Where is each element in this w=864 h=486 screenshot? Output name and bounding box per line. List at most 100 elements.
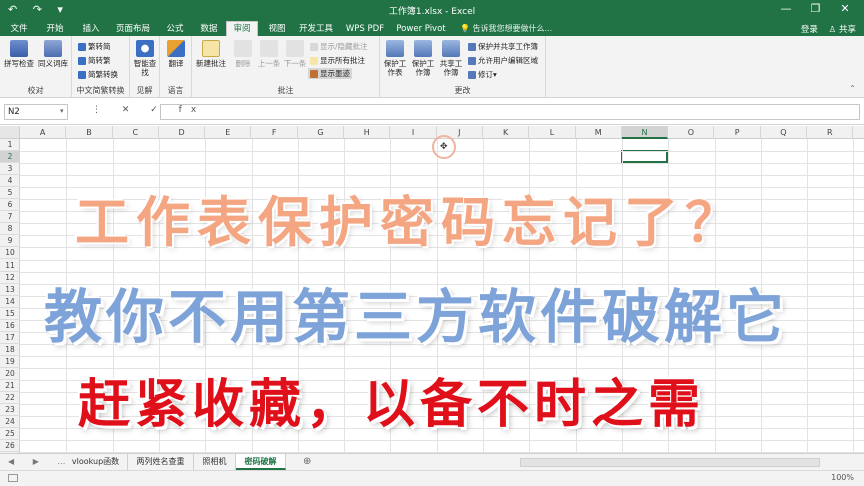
horizontal-scrollbar[interactable] bbox=[520, 458, 820, 467]
column-header[interactable]: R bbox=[807, 126, 854, 139]
spell-check-button[interactable]: 拼写检查 bbox=[2, 40, 36, 68]
tab-developer[interactable]: 开发工具 bbox=[296, 22, 336, 36]
tab-wps-pdf[interactable]: WPS PDF bbox=[344, 22, 386, 36]
sheet-tab-vlookup[interactable]: vlookup函数 bbox=[64, 454, 128, 470]
title-bar: ↶ ↷ ▾ 工作簿1.xlsx - Excel — ❐ ✕ bbox=[0, 0, 864, 20]
protect-share-icon bbox=[468, 43, 476, 51]
row-header[interactable]: 17 bbox=[0, 332, 20, 344]
column-header[interactable]: E bbox=[205, 126, 252, 139]
row-header[interactable]: 7 bbox=[0, 211, 20, 224]
row-header[interactable]: 18 bbox=[0, 344, 20, 356]
formula-input[interactable] bbox=[160, 104, 860, 120]
column-header[interactable]: A bbox=[20, 126, 67, 139]
group-label-chinese: 中文简繁转换 bbox=[76, 86, 125, 95]
column-header[interactable]: K bbox=[483, 126, 530, 139]
row-header[interactable]: 26 bbox=[0, 440, 20, 453]
sheet-tab-password-crack[interactable]: 密码破解 bbox=[236, 454, 286, 470]
new-comment-button[interactable]: 新建批注 bbox=[194, 40, 228, 68]
column-header[interactable]: B bbox=[66, 126, 113, 139]
tab-insert[interactable]: 插入 bbox=[78, 22, 104, 36]
row-header[interactable]: 11 bbox=[0, 260, 20, 272]
zoom-level[interactable]: 100% bbox=[831, 473, 854, 482]
smart-lookup-button[interactable]: 智能查找 bbox=[132, 40, 158, 77]
row-header[interactable]: 2 bbox=[0, 151, 20, 164]
tab-review[interactable]: 审阅 bbox=[226, 21, 258, 36]
row-header[interactable]: 14 bbox=[0, 296, 20, 308]
row-header[interactable]: 8 bbox=[0, 223, 20, 236]
column-header[interactable]: N bbox=[621, 126, 669, 139]
share-button[interactable]: 共享 bbox=[839, 25, 856, 35]
restore-icon[interactable]: ❐ bbox=[803, 2, 829, 15]
show-ink-button[interactable]: 显示墨迹 bbox=[308, 68, 352, 79]
delete-comment-button[interactable]: 删除 bbox=[230, 40, 256, 68]
trad-to-simp-button[interactable]: 繁转简 bbox=[78, 41, 111, 52]
sheet-tab-camera[interactable]: 照相机 bbox=[194, 454, 236, 470]
tab-data[interactable]: 数据 bbox=[196, 22, 222, 36]
row-header[interactable]: 9 bbox=[0, 235, 20, 248]
tab-home[interactable]: 开始 bbox=[42, 22, 68, 36]
row-header[interactable]: 1 bbox=[0, 139, 20, 152]
tell-me-box[interactable]: 💡 告诉我您想要做什么... bbox=[460, 23, 552, 34]
translate-button[interactable]: 翻译 bbox=[163, 40, 189, 68]
row-header[interactable]: 24 bbox=[0, 416, 20, 429]
thesaurus-button[interactable]: 同义词库 bbox=[36, 40, 70, 68]
column-header[interactable]: C bbox=[113, 126, 159, 139]
select-all-corner[interactable] bbox=[0, 126, 20, 139]
row-header[interactable]: 4 bbox=[0, 175, 20, 188]
add-sheet-icon[interactable]: ⊕ bbox=[303, 456, 311, 467]
next-comment-button[interactable]: 下一条 bbox=[282, 40, 308, 68]
row-header[interactable]: 10 bbox=[0, 247, 20, 260]
row-header[interactable]: 19 bbox=[0, 356, 20, 368]
column-header[interactable]: G bbox=[298, 126, 345, 139]
tab-view[interactable]: 视图 bbox=[264, 22, 290, 36]
thesaurus-icon bbox=[44, 40, 62, 57]
column-header[interactable]: D bbox=[159, 126, 206, 139]
row-header[interactable]: 13 bbox=[0, 284, 20, 296]
protect-sheet-button[interactable]: 保护工作表 bbox=[382, 40, 408, 77]
row-header[interactable]: 12 bbox=[0, 272, 20, 284]
column-header[interactable]: L bbox=[529, 126, 576, 139]
macro-record-icon[interactable] bbox=[8, 474, 18, 482]
column-header[interactable]: M bbox=[576, 126, 622, 139]
allow-edit-ranges-button[interactable]: 允许用户编辑区域 bbox=[468, 55, 538, 66]
row-header[interactable]: 16 bbox=[0, 320, 20, 332]
minimize-icon[interactable]: — bbox=[773, 2, 799, 15]
row-header[interactable]: 25 bbox=[0, 428, 20, 441]
row-header[interactable]: 15 bbox=[0, 308, 20, 320]
row-header[interactable]: 6 bbox=[0, 199, 20, 212]
row-header[interactable]: 21 bbox=[0, 380, 20, 393]
show-hide-comment-button[interactable]: 显示/隐藏批注 bbox=[310, 41, 368, 52]
show-all-comments-button[interactable]: 显示所有批注 bbox=[310, 55, 365, 66]
tab-formulas[interactable]: 公式 bbox=[162, 22, 188, 36]
column-header[interactable]: Q bbox=[761, 126, 808, 139]
column-header[interactable]: F bbox=[252, 126, 298, 139]
row-header[interactable]: 3 bbox=[0, 163, 20, 176]
tab-power-pivot[interactable]: Power Pivot bbox=[396, 22, 446, 36]
tab-page-layout[interactable]: 页面布局 bbox=[112, 22, 154, 36]
caption-line-1: 工作表保护密码忘记了？ bbox=[75, 191, 746, 254]
protect-workbook-button[interactable]: 保护工作簿 bbox=[410, 40, 436, 77]
name-box[interactable]: N2 bbox=[4, 104, 68, 120]
previous-comment-button[interactable]: 上一条 bbox=[256, 40, 282, 68]
column-header[interactable]: H bbox=[344, 126, 391, 139]
column-header[interactable]: P bbox=[715, 126, 761, 139]
row-gridline bbox=[20, 259, 864, 261]
share-workbook-button[interactable]: 共享工作簿 bbox=[438, 40, 464, 77]
translate-icon bbox=[167, 40, 185, 57]
login-link[interactable]: 登录 bbox=[801, 25, 818, 35]
column-header[interactable]: O bbox=[668, 126, 715, 139]
row-header[interactable]: 23 bbox=[0, 404, 20, 417]
close-icon[interactable]: ✕ bbox=[832, 2, 858, 15]
tab-file[interactable]: 文件 bbox=[6, 22, 32, 36]
column-header[interactable]: I bbox=[390, 126, 437, 139]
track-changes-button[interactable]: 修订▾ bbox=[468, 69, 497, 80]
protect-share-button[interactable]: 保护并共享工作簿 bbox=[468, 41, 538, 52]
simp-to-trad-button[interactable]: 简转繁 bbox=[78, 55, 111, 66]
name-box-dropdown-icon[interactable]: ▾ bbox=[60, 107, 64, 115]
row-header[interactable]: 20 bbox=[0, 368, 20, 380]
collapse-ribbon-icon[interactable]: ⌃ bbox=[849, 84, 856, 93]
convert-button[interactable]: 简繁转换 bbox=[78, 69, 118, 80]
row-header[interactable]: 22 bbox=[0, 392, 20, 405]
row-header[interactable]: 5 bbox=[0, 187, 20, 200]
sheet-tab-name-dedupe[interactable]: 两列姓名查重 bbox=[128, 454, 194, 470]
